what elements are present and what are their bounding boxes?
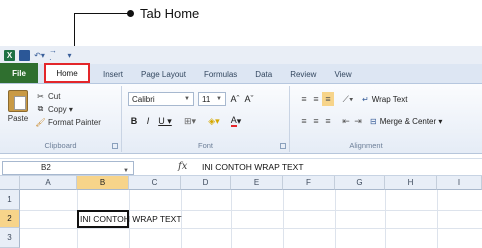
gridline: [283, 190, 284, 248]
tab-insert[interactable]: Insert: [94, 65, 132, 83]
merge-center-button[interactable]: ⊟ Merge & Center ▾: [370, 114, 478, 128]
undo-icon[interactable]: ↶▾: [34, 50, 45, 61]
excel-window: X ↶▾ → · ▾ File Home Insert Page Layout …: [0, 46, 482, 248]
clipboard-icon: [8, 90, 28, 112]
column-header[interactable]: A: [20, 176, 77, 190]
customize-qat-icon[interactable]: ▾: [64, 50, 75, 61]
name-box[interactable]: B2 ▼: [2, 161, 134, 175]
gridline: [437, 190, 438, 248]
wrap-text-button[interactable]: ↵ Wrap Text: [362, 92, 422, 106]
chevron-down-icon: ▼: [216, 96, 222, 102]
copy-icon: ⧉: [37, 104, 44, 113]
merge-center-label: Merge & Center ▾: [379, 116, 443, 126]
align-left-icon[interactable]: ≡: [298, 114, 310, 128]
tab-data[interactable]: Data: [246, 65, 281, 83]
font-group: Calibri ▼ 11 ▼ Aˆ Aˇ B I U ▾ ⊞▾ ◈▾ A ▾ Fo…: [122, 86, 290, 152]
quick-access-toolbar: X ↶▾ → · ▾: [0, 46, 482, 64]
gridline: [231, 190, 232, 248]
align-middle-icon[interactable]: ≡: [310, 92, 322, 106]
gridline: [335, 190, 336, 248]
format-painter-button[interactable]: 🖌 Format Painter: [35, 116, 101, 128]
callout-label: Tab Home: [140, 6, 200, 21]
font-size-select[interactable]: 11 ▼: [198, 92, 226, 106]
borders-icon[interactable]: ⊞▾: [180, 114, 200, 128]
copy-label: Copy ▾: [48, 104, 73, 114]
tab-home[interactable]: Home: [44, 63, 90, 83]
formula-bar: B2 ▼ fx INI CONTOH WRAP TEXT: [0, 158, 482, 176]
ribbon-home: Paste ✂ Cut ⧉ Copy ▾ 🖌 Format Painter Cl…: [0, 84, 482, 154]
column-header[interactable]: G: [335, 176, 385, 190]
callout-dot: [127, 10, 134, 17]
column-header[interactable]: F: [283, 176, 335, 190]
cut-label: Cut: [48, 91, 61, 101]
paintbrush-icon: 🖌: [35, 117, 46, 127]
gridline: [385, 190, 386, 248]
wrap-text-icon: ↵: [362, 94, 369, 104]
align-bottom-icon[interactable]: ≡: [322, 92, 334, 106]
font-name-select[interactable]: Calibri ▼: [128, 92, 194, 106]
font-launcher-icon[interactable]: [280, 143, 286, 149]
font-group-label: Font: [197, 141, 213, 150]
row-header[interactable]: 2: [0, 210, 20, 228]
column-header[interactable]: B: [77, 176, 129, 190]
callout-line: [74, 13, 130, 14]
column-header[interactable]: C: [129, 176, 181, 190]
font-color-icon[interactable]: A ▾: [226, 114, 246, 128]
column-header[interactable]: E: [231, 176, 283, 190]
cell-b2-text: INI CONTOH WRAP TEXT: [80, 214, 182, 224]
copy-button[interactable]: ⧉ Copy ▾: [36, 103, 73, 115]
italic-button[interactable]: I: [142, 114, 154, 128]
chevron-down-icon: ▼: [184, 96, 190, 102]
fill-color-icon[interactable]: ◈▾: [204, 114, 224, 128]
increase-indent-icon[interactable]: ⇥: [352, 114, 364, 128]
clipboard-group-label: Clipboard: [44, 141, 77, 150]
tab-review[interactable]: Review: [281, 65, 325, 83]
excel-logo-icon[interactable]: X: [4, 49, 15, 61]
worksheet-grid[interactable]: A B C D E F G H I 1 2 3 INI CONTOH WRAP …: [0, 176, 482, 248]
bold-button[interactable]: B: [128, 114, 140, 128]
alignment-group: ≡ ≡ ≡ ⟋▾ ↵ Wrap Text ≡ ≡ ≡ ⇤ ⇥ ⊟ Merge &…: [290, 86, 482, 152]
redo-icon[interactable]: → ·: [49, 46, 60, 64]
format-painter-label: Format Painter: [48, 117, 101, 127]
scissors-icon: ✂: [37, 91, 44, 101]
tab-formulas[interactable]: Formulas: [195, 65, 246, 83]
row-header[interactable]: 1: [0, 190, 20, 210]
merge-center-icon: ⊟: [370, 116, 377, 126]
clipboard-launcher-icon[interactable]: [112, 143, 118, 149]
paste-label: Paste: [7, 114, 29, 123]
grow-font-button[interactable]: Aˆ: [228, 92, 242, 106]
save-icon[interactable]: [19, 49, 30, 61]
font-name-value: Calibri: [132, 95, 155, 104]
align-right-icon[interactable]: ≡: [322, 114, 334, 128]
paste-button[interactable]: Paste: [6, 90, 30, 123]
insert-function-icon[interactable]: fx: [178, 161, 187, 172]
ribbon-tabs: File Home Insert Page Layout Formulas Da…: [0, 63, 482, 84]
column-header[interactable]: H: [385, 176, 437, 190]
shrink-font-button[interactable]: Aˇ: [242, 92, 256, 106]
alignment-group-label: Alignment: [349, 141, 383, 150]
decrease-indent-icon[interactable]: ⇤: [340, 114, 352, 128]
gridline: [20, 228, 482, 229]
name-box-value: B2: [41, 163, 51, 172]
font-size-value: 11: [202, 95, 211, 104]
select-all-corner[interactable]: [0, 176, 20, 190]
cut-button[interactable]: ✂ Cut: [36, 90, 60, 102]
tab-file[interactable]: File: [0, 63, 38, 83]
underline-button[interactable]: U ▾: [156, 114, 174, 128]
column-header[interactable]: D: [181, 176, 231, 190]
clipboard-group: Paste ✂ Cut ⧉ Copy ▾ 🖌 Format Painter Cl…: [0, 86, 122, 152]
align-top-icon[interactable]: ≡: [298, 92, 310, 106]
tab-page-layout[interactable]: Page Layout: [132, 65, 195, 83]
wrap-text-label: Wrap Text: [371, 94, 408, 104]
align-center-icon[interactable]: ≡: [310, 114, 322, 128]
column-header[interactable]: I: [437, 176, 482, 190]
orientation-icon[interactable]: ⟋▾: [340, 92, 356, 106]
row-header[interactable]: 3: [0, 228, 20, 248]
formula-input[interactable]: INI CONTOH WRAP TEXT: [202, 162, 304, 172]
tab-view[interactable]: View: [325, 65, 360, 83]
